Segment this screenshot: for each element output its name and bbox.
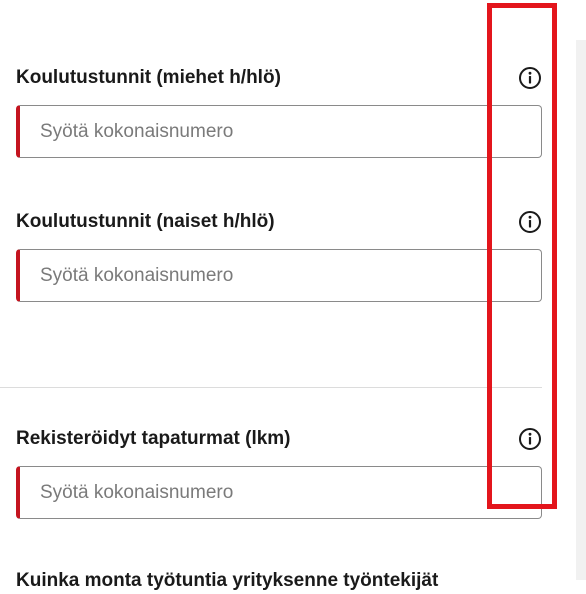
field-header: Rekisteröidyt tapaturmat (lkm) bbox=[16, 426, 542, 452]
training-hours-men-input[interactable] bbox=[20, 106, 541, 157]
number-input-container bbox=[16, 105, 542, 158]
training-hours-women-input[interactable] bbox=[20, 250, 541, 301]
section-divider bbox=[0, 387, 542, 388]
field-label: Rekisteröidyt tapaturmat (lkm) bbox=[16, 428, 291, 449]
highlight-annotation bbox=[487, 3, 557, 509]
field-label: Koulutustunnit (miehet h/hlö) bbox=[16, 67, 281, 88]
field-registered-accidents: Rekisteröidyt tapaturmat (lkm) bbox=[16, 426, 542, 519]
field-training-hours-men: Koulutustunnit (miehet h/hlö) bbox=[16, 65, 542, 158]
next-question-label: Kuinka monta työtuntia yrityksenne työnt… bbox=[16, 570, 439, 591]
scrollbar-track[interactable] bbox=[576, 40, 586, 580]
registered-accidents-input[interactable] bbox=[20, 467, 541, 518]
number-input-container bbox=[16, 249, 542, 302]
number-input-container bbox=[16, 466, 542, 519]
field-label: Koulutustunnit (naiset h/hlö) bbox=[16, 211, 275, 232]
field-header: Koulutustunnit (miehet h/hlö) bbox=[16, 65, 542, 91]
field-header: Koulutustunnit (naiset h/hlö) bbox=[16, 209, 542, 235]
field-training-hours-women: Koulutustunnit (naiset h/hlö) bbox=[16, 209, 542, 302]
